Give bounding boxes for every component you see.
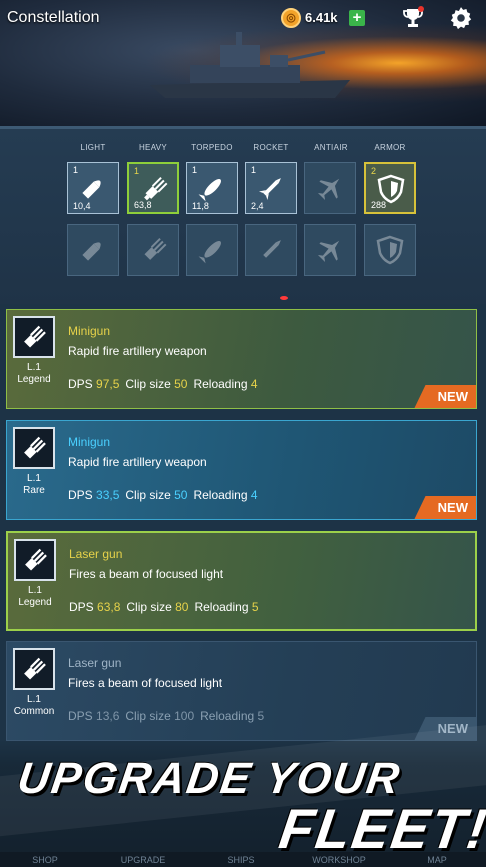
weapon-name: Minigun (68, 435, 111, 449)
weapon-icon-box (14, 539, 56, 581)
ship-name: Constellation (7, 9, 100, 26)
category-label-rocket: ROCKET (253, 143, 289, 152)
slot-antiair[interactable] (304, 162, 356, 214)
bullet-icon (82, 242, 101, 261)
slot-rocket-empty[interactable] (245, 224, 297, 276)
reloading-value: 4 (250, 377, 258, 391)
trophy-icon[interactable] (401, 6, 425, 30)
slot-rocket[interactable]: 1 2,4 (245, 162, 297, 214)
tab-upgrade[interactable]: UPGRADE (103, 855, 183, 865)
weapon-stats: DPS 13,6 Clip size 100 Reloading 5 (68, 709, 265, 723)
minigun-icon (24, 325, 46, 348)
coin-balance: 6.41k (305, 10, 338, 25)
rocket-icon (258, 178, 281, 201)
weapon-rarity: Common (13, 706, 55, 717)
slot-heavy[interactable]: 1 63,8 (127, 162, 179, 214)
slot-light-empty[interactable] (67, 224, 119, 276)
shield-icon (376, 235, 404, 265)
reloading-value: 5 (257, 709, 265, 723)
category-label-torpedo: TORPEDO (191, 143, 233, 152)
tab-map[interactable]: MAP (397, 855, 477, 865)
weapon-icon-box (13, 648, 55, 690)
slot-light[interactable]: 1 10,4 (67, 162, 119, 214)
category-label-light: LIGHT (80, 143, 106, 152)
weapon-name: Laser gun (68, 656, 122, 670)
jet-icon (317, 178, 340, 201)
clip-size-value: 50 (174, 488, 188, 502)
weapon-description: Fires a beam of focused light (68, 676, 223, 690)
clip-size-value: 50 (174, 377, 188, 391)
slot-torpedo[interactable]: 1 11,8 (186, 162, 238, 214)
slot-value: 11,8 (192, 201, 209, 211)
weapon-level: L.1 Legend (8, 585, 62, 609)
slot-value: 2,4 (251, 201, 264, 211)
tab-shop[interactable]: SHOP (5, 855, 85, 865)
weapon-name: Minigun (68, 324, 111, 338)
slot-value: 288 (371, 200, 387, 210)
rocket-icon (263, 240, 281, 258)
slot-value: 10,4 (73, 201, 91, 211)
torpedo-icon (198, 179, 221, 202)
dps-value: 13,6 (96, 709, 120, 723)
slot-armor-empty[interactable] (364, 224, 416, 276)
minigun-icon (24, 436, 46, 459)
weapon-card[interactable]: L.1 Common Laser gun Fires a beam of focu… (6, 641, 477, 741)
bottom-tab-bar: SHOP UPGRADE SHIPS WORKSHOP MAP (0, 852, 486, 867)
add-coins-button[interactable]: + (349, 10, 365, 26)
reloading-value: 5 (251, 600, 259, 614)
weapon-description: Rapid fire artillery weapon (68, 455, 207, 469)
torpedo-icon (198, 241, 221, 264)
weapon-rarity: Legend (18, 597, 52, 608)
coin-icon: ◎ (281, 8, 301, 28)
slot-heavy-empty[interactable] (127, 224, 179, 276)
weapon-icon-box (13, 427, 55, 469)
laser-gun-icon (25, 548, 47, 571)
bullet-icon (82, 180, 101, 199)
reloading-value: 4 (250, 488, 258, 502)
new-badge: NEW (414, 385, 476, 408)
hero-banner: Constellation ◎ 6.41k + (0, 0, 486, 126)
dps-value: 33,5 (96, 488, 120, 502)
tab-ships[interactable]: SHIPS (201, 855, 281, 865)
jet-icon (317, 240, 340, 263)
slot-armor[interactable]: 2 288 (364, 162, 416, 214)
category-label-armor: ARMOR (374, 143, 406, 152)
clip-size-value: 100 (174, 709, 195, 723)
weapon-card[interactable]: L.1 Legend Minigun Rapid fire artillery w… (6, 309, 477, 409)
tab-workshop[interactable]: WORKSHOP (299, 855, 379, 865)
weapon-rarity: Legend (17, 374, 51, 385)
weapon-icon-box (13, 316, 55, 358)
weapon-description: Fires a beam of focused light (69, 567, 224, 581)
dps-value: 97,5 (96, 377, 120, 391)
weapon-stats: DPS 97,5 Clip size 50 Reloading 4 (68, 377, 258, 391)
notification-dot (280, 296, 288, 300)
slot-value: 63,8 (134, 200, 152, 210)
weapon-card[interactable]: L.1 Rare Minigun Rapid fire artillery wea… (6, 420, 477, 520)
minigun-icon (144, 237, 167, 260)
weapon-name: Laser gun (69, 547, 123, 561)
weapon-level: L.1 Rare (7, 473, 61, 497)
new-badge: NEW (414, 496, 476, 519)
weapon-stats: DPS 33,5 Clip size 50 Reloading 4 (68, 488, 258, 502)
weapon-slots-panel: LIGHT HEAVY TORPEDO ROCKET ANTIAIR ARMOR… (0, 126, 486, 304)
dps-value: 63,8 (97, 600, 121, 614)
weapon-description: Rapid fire artillery weapon (68, 344, 207, 358)
weapon-stats: DPS 63,8 Clip size 80 Reloading 5 (69, 600, 259, 614)
weapon-card[interactable]: L.1 Legend Laser gun Fires a beam of focu… (6, 531, 477, 631)
weapon-level: L.1 Legend (7, 362, 61, 386)
category-label-heavy: HEAVY (138, 143, 168, 152)
weapon-level: L.1 Common (7, 694, 61, 718)
laser-gun-icon (24, 657, 46, 680)
slot-antiair-empty[interactable] (304, 224, 356, 276)
clip-size-value: 80 (175, 600, 189, 614)
battleship-illustration (150, 32, 350, 98)
weapon-rarity: Rare (23, 485, 45, 496)
slot-torpedo-empty[interactable] (186, 224, 238, 276)
category-label-antiair: ANTIAIR (314, 143, 348, 152)
gear-icon[interactable] (448, 5, 474, 31)
promo-overlay: UPGRADE YOUR FLEET! (0, 721, 486, 867)
